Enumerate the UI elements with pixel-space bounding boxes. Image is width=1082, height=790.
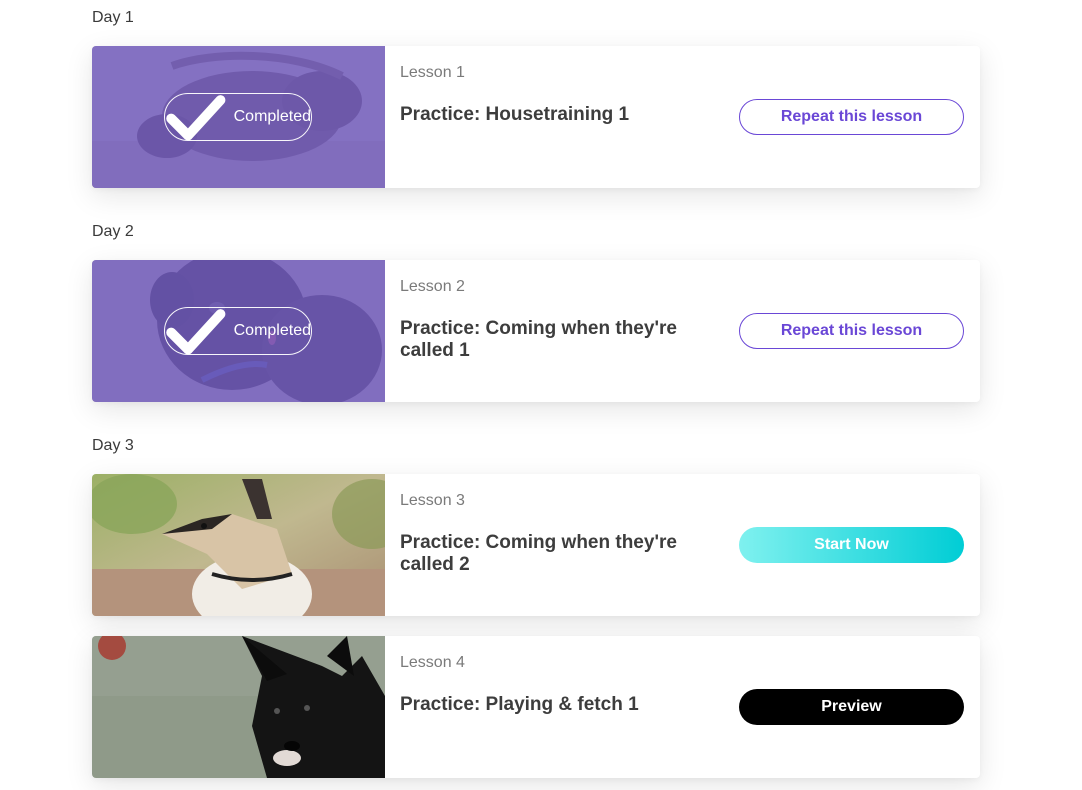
lesson-thumbnail: Completed — [92, 260, 385, 402]
dog-photo — [92, 474, 385, 616]
lesson-title: Practice: Housetraining 1 — [400, 104, 630, 125]
preview-button[interactable]: Preview — [739, 689, 964, 725]
lesson-list-page: Day 1 Completed Lesson 1 Practice: House… — [0, 0, 1082, 790]
completed-label: Completed — [233, 322, 311, 339]
repeat-lesson-button[interactable]: Repeat this lesson — [739, 99, 964, 135]
lesson-title: Practice: Coming when they're called 2 — [400, 532, 677, 575]
start-now-button[interactable]: Start Now — [739, 527, 964, 563]
lesson-card-3[interactable]: Lesson 3 Practice: Coming when they're c… — [92, 474, 980, 616]
day-label: Day 1 — [92, 9, 134, 26]
repeat-lesson-button[interactable]: Repeat this lesson — [739, 313, 964, 349]
completed-badge: Completed — [164, 307, 312, 355]
lesson-card-1[interactable]: Completed Lesson 1 Practice: Housetraini… — [92, 46, 980, 188]
lesson-thumbnail — [92, 636, 385, 778]
lesson-thumbnail: Completed — [92, 46, 385, 188]
lesson-card-4[interactable]: Lesson 4 Practice: Playing & fetch 1 Pre… — [92, 636, 980, 778]
lesson-card-2[interactable]: Completed Lesson 2 Practice: Coming when… — [92, 260, 980, 402]
lesson-thumbnail — [92, 474, 385, 616]
dog-photo — [92, 636, 385, 778]
lesson-title: Practice: Coming when they're called 1 — [400, 318, 677, 361]
day-label: Day 3 — [92, 437, 134, 454]
day-label: Day 2 — [92, 223, 134, 240]
completed-badge: Completed — [164, 93, 312, 141]
checkmark-icon — [166, 95, 226, 141]
checkmark-icon — [166, 309, 226, 355]
lesson-number: Lesson 4 — [400, 654, 465, 671]
lesson-title: Practice: Playing & fetch 1 — [400, 694, 639, 715]
completed-label: Completed — [233, 108, 311, 125]
lesson-number: Lesson 3 — [400, 492, 465, 509]
lesson-number: Lesson 1 — [400, 64, 465, 81]
lesson-number: Lesson 2 — [400, 278, 465, 295]
